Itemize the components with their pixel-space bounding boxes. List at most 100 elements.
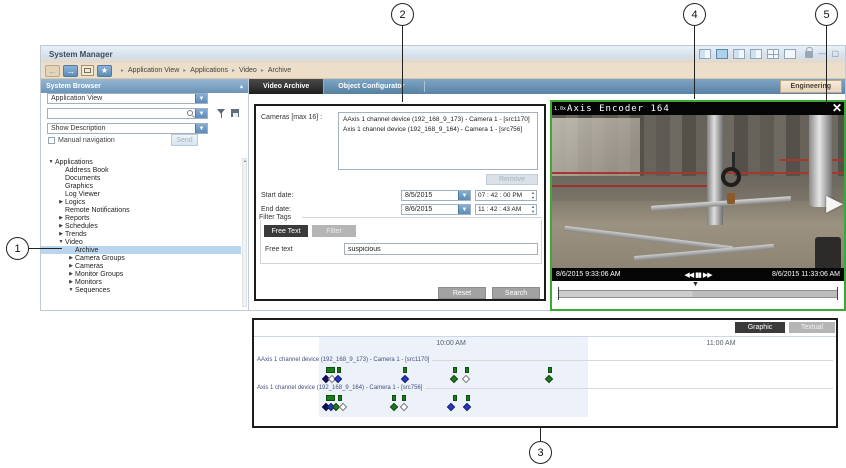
tree-item-trends[interactable]: ▶Trends [41, 230, 241, 238]
tree-right-arrow-icon[interactable]: ▶ [67, 255, 75, 261]
tree-item-remote-notifications[interactable]: Remote Notifications [41, 206, 241, 214]
collapse-icon[interactable]: ▴ [240, 83, 243, 90]
layout-blank-icon[interactable] [784, 49, 796, 59]
tree-right-arrow-icon[interactable]: ▶ [57, 215, 65, 221]
breadcrumb-item[interactable]: Video [239, 67, 257, 74]
tree-item-monitors[interactable]: ▶Monitors [41, 278, 241, 286]
view-selector[interactable]: Application View ▼ [47, 93, 208, 104]
tree-item-sequences[interactable]: ▼Sequences [41, 286, 241, 294]
tree-item-applications[interactable]: ▼Applications [41, 158, 241, 166]
tree-item-documents[interactable]: Documents [41, 174, 241, 182]
recording-segment[interactable] [392, 395, 396, 401]
forward-button[interactable]: → [63, 65, 78, 77]
slider-position-icon[interactable]: ▼ [692, 281, 699, 288]
recording-segment[interactable] [338, 395, 342, 401]
tab-video-archive[interactable]: Video Archive [249, 79, 323, 94]
tab-separator [424, 81, 425, 92]
fast-forward-icon[interactable]: ▶▶ [703, 271, 712, 279]
start-date-field[interactable]: 8/5/2015 ▼ [401, 190, 471, 201]
recording-segment[interactable] [548, 367, 552, 373]
calendar-dropdown-icon[interactable]: ▼ [458, 205, 470, 214]
save-icon[interactable] [231, 109, 239, 117]
send-button[interactable]: Send [171, 134, 198, 146]
tree-down-arrow-icon[interactable]: ▼ [67, 287, 75, 293]
time-spinner-icon[interactable]: ▲▼ [531, 191, 535, 200]
tree-right-arrow-icon[interactable]: ▶ [57, 223, 65, 229]
search-input[interactable] [48, 109, 180, 118]
graphic-view-button[interactable]: Graphic [735, 322, 785, 333]
back-button[interactable]: ← [45, 65, 60, 77]
recording-segment[interactable] [337, 367, 341, 373]
reset-button[interactable]: Reset [438, 287, 486, 299]
camera-list-item[interactable]: Axis 1 channel device (192_168_9_164) - … [339, 123, 537, 133]
textual-view-button[interactable]: Textual [789, 322, 835, 333]
layout-split-icon[interactable] [733, 49, 745, 59]
chevron-down-icon[interactable]: ▼ [195, 124, 207, 133]
calendar-dropdown-icon[interactable]: ▼ [458, 191, 470, 200]
maximize-icon[interactable]: ▢ [831, 50, 839, 58]
rewind-icon[interactable]: ◀◀ [684, 271, 693, 279]
tree-right-arrow-icon[interactable]: ▶ [57, 231, 65, 237]
tree-item-log-viewer[interactable]: Log Viewer [41, 190, 241, 198]
layout-wide-icon[interactable] [750, 49, 762, 59]
favorites-star-button[interactable]: ★ [97, 65, 112, 77]
filter-tab[interactable]: Filter [312, 225, 356, 237]
remove-button[interactable]: Remove [486, 174, 538, 185]
camera-list-item[interactable]: AAxis 1 channel device (192_168_9_173) -… [339, 113, 537, 123]
tree-item-reports[interactable]: ▶Reports [41, 214, 241, 222]
start-time-field[interactable]: 07 : 42 : 00 PM ▲▼ [475, 190, 537, 201]
tab-object-configurator[interactable]: Object Configurator [323, 79, 418, 94]
end-time-field[interactable]: 11 : 42 : 43 AM ▲▼ [475, 204, 537, 215]
tree-item-camera-groups[interactable]: ▶Camera Groups [41, 254, 241, 262]
chevron-down-icon[interactable]: ▼ [195, 94, 207, 103]
window-list-button[interactable] [81, 65, 94, 76]
recording-segment[interactable] [465, 367, 469, 373]
tree-right-arrow-icon[interactable]: ▶ [57, 199, 65, 205]
tree-item-schedules[interactable]: ▶Schedules [41, 222, 241, 230]
lock-icon[interactable] [805, 51, 813, 58]
recording-segment[interactable] [326, 395, 335, 401]
tree-item-graphics[interactable]: Graphics [41, 182, 241, 190]
description-selector[interactable]: Show Description ▼ [47, 123, 208, 134]
recording-segment[interactable] [326, 367, 335, 373]
tree-item-cameras[interactable]: ▶Cameras [41, 262, 241, 270]
pause-icon[interactable]: ▮▮ [695, 271, 701, 279]
filter-funnel-icon[interactable] [217, 109, 226, 118]
free-text-tab[interactable]: Free Text [264, 225, 308, 237]
layout-quad-icon[interactable] [767, 49, 779, 59]
description-selector-value: Show Description [51, 125, 105, 132]
tree-item-monitor-groups[interactable]: ▶Monitor Groups [41, 270, 241, 278]
close-icon[interactable]: ✕ [832, 102, 842, 115]
breadcrumb-item[interactable]: Application View [128, 67, 179, 74]
manual-navigation-checkbox[interactable] [48, 137, 55, 144]
tree-right-arrow-icon[interactable]: ▶ [67, 279, 75, 285]
breadcrumb-item[interactable]: Applications [190, 67, 228, 74]
tree-item-archive[interactable]: Archive [41, 246, 241, 254]
recording-segment[interactable] [402, 395, 406, 401]
search-dropdown-icon[interactable]: ▼ [195, 109, 207, 118]
seek-slider[interactable] [558, 290, 838, 298]
monitor-export-icon[interactable] [699, 49, 711, 59]
engineering-mode-button[interactable]: Engineering [780, 80, 842, 93]
window-title: System Manager [41, 50, 113, 59]
end-date-field[interactable]: 8/6/2015 ▼ [401, 204, 471, 215]
tree-right-arrow-icon[interactable]: ▶ [67, 263, 75, 269]
tree-scrollbar[interactable]: ▲ [242, 158, 247, 307]
recording-segment[interactable] [466, 395, 470, 401]
play-icon[interactable]: ▶ [826, 192, 843, 214]
recording-segment[interactable] [453, 395, 457, 401]
tree-down-arrow-icon[interactable]: ▼ [47, 159, 55, 165]
free-text-input[interactable] [344, 243, 538, 255]
tree-item-address-book[interactable]: Address Book [41, 166, 241, 174]
breadcrumb-item[interactable]: Archive [268, 67, 291, 74]
recording-segment[interactable] [403, 367, 407, 373]
tree-down-arrow-icon[interactable]: ▼ [57, 239, 65, 245]
recording-segment[interactable] [453, 367, 457, 373]
tree-right-arrow-icon[interactable]: ▶ [67, 271, 75, 277]
tree-item-video[interactable]: ▼Video [41, 238, 241, 246]
camera-listbox[interactable]: AAxis 1 channel device (192_168_9_173) -… [338, 112, 538, 170]
tree-item-logics[interactable]: ▶Logics [41, 198, 241, 206]
layout-single-icon[interactable] [716, 49, 728, 59]
time-spinner-icon[interactable]: ▲▼ [531, 205, 535, 214]
search-button[interactable]: Search [492, 287, 540, 299]
